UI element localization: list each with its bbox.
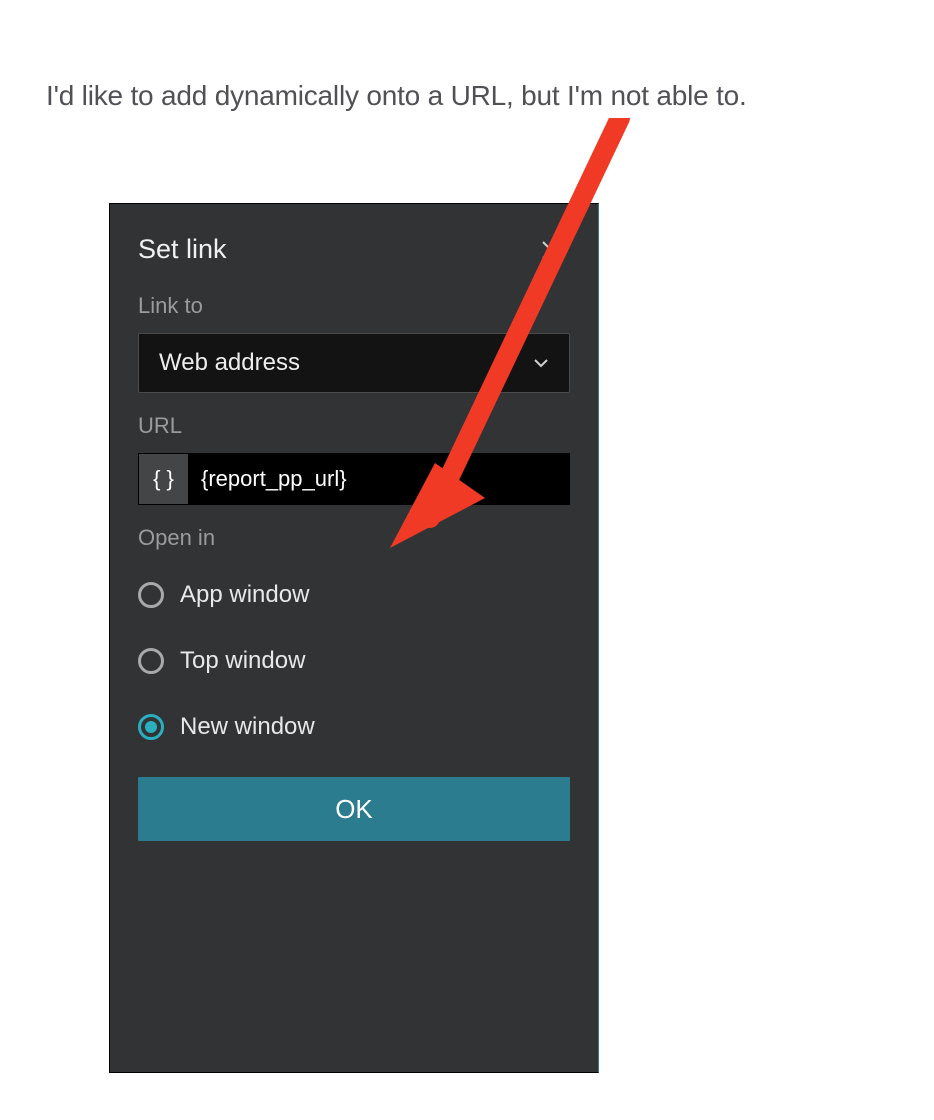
braces-icon: { }	[153, 466, 174, 492]
radio-new-window[interactable]: New window	[138, 697, 570, 757]
radio-icon	[138, 648, 164, 674]
insert-attribute-button[interactable]: { }	[138, 453, 188, 505]
panel-title: Set link	[138, 234, 227, 265]
link-to-value: Web address	[159, 349, 300, 377]
open-in-label: Open in	[138, 525, 570, 551]
radio-icon	[138, 582, 164, 608]
radio-label: Top window	[180, 647, 305, 675]
link-to-label: Link to	[138, 293, 570, 319]
url-input[interactable]	[188, 453, 570, 505]
open-in-radio-group: App window Top window New window	[138, 565, 570, 757]
radio-icon	[138, 714, 164, 740]
close-icon	[540, 239, 562, 261]
close-button[interactable]	[540, 239, 570, 261]
set-link-panel: Set link Link to Web address URL { }	[109, 203, 599, 1073]
chevron-down-icon	[533, 358, 549, 368]
link-to-select[interactable]: Web address	[138, 333, 570, 393]
intro-text: I'd like to add dynamically onto a URL, …	[46, 80, 747, 112]
radio-top-window[interactable]: Top window	[138, 631, 570, 691]
url-label: URL	[138, 413, 570, 439]
radio-app-window[interactable]: App window	[138, 565, 570, 625]
radio-label: App window	[180, 581, 309, 609]
ok-button[interactable]: OK	[138, 777, 570, 841]
radio-label: New window	[180, 713, 315, 741]
